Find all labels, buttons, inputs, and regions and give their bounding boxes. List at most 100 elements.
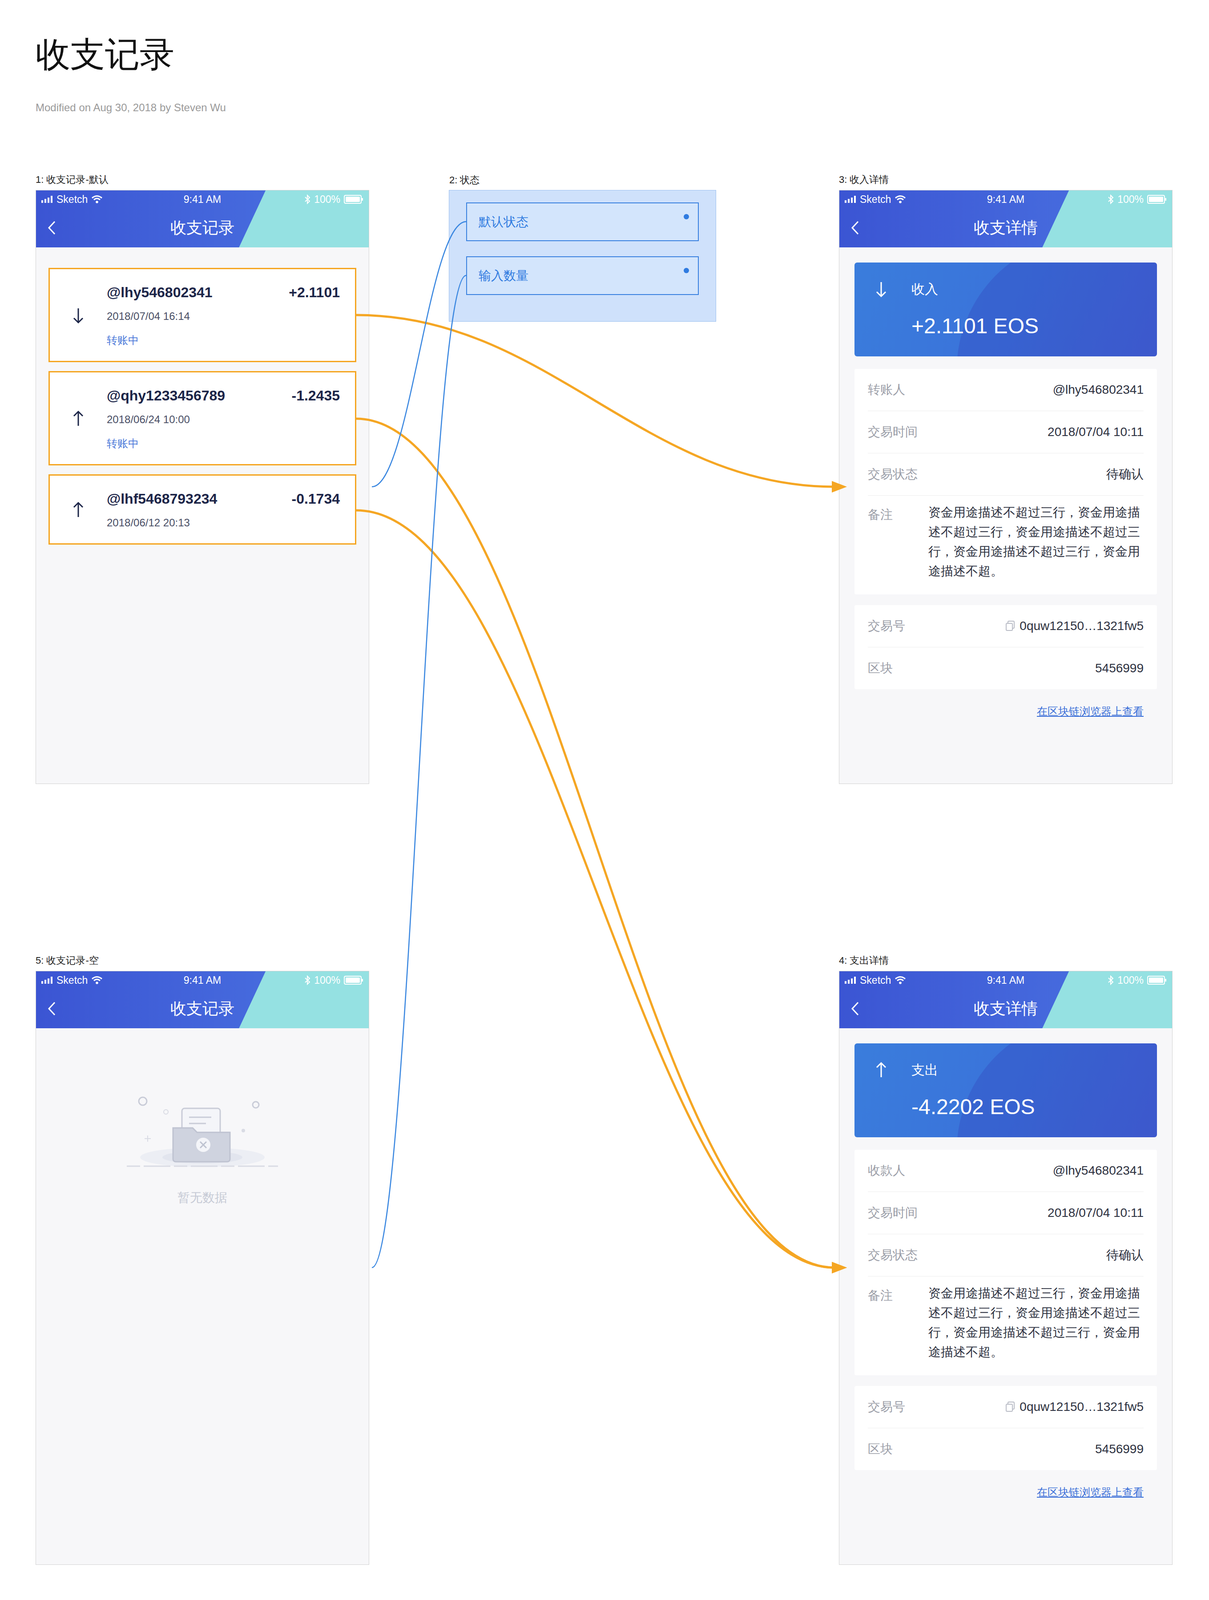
copy-icon[interactable] xyxy=(1005,620,1016,632)
row-value: 0quw12150…1321fw5 xyxy=(1019,618,1144,633)
nav-bar: 收支记录 xyxy=(36,988,369,1028)
nav-bar: 收支详情 xyxy=(839,208,1173,248)
nav-bar: 收支记录 xyxy=(36,208,369,248)
artboard: 5: 收支记录-空Sketch9:41 AM100%收支记录暂无数据 xyxy=(35,970,370,1565)
battery-percent: 100% xyxy=(1117,974,1144,987)
record-item[interactable]: @lhf54687932342018/06/12 20:13-0.1734 xyxy=(48,474,357,545)
state-panel: 2: 状态默认状态输入数量 xyxy=(448,189,717,322)
back-button[interactable] xyxy=(36,1000,76,1017)
back-button[interactable] xyxy=(36,219,76,236)
phone-screen: Sketch9:41 AM100% 收支记录暂无数据 xyxy=(35,970,370,1565)
row-value: 5456999 xyxy=(1095,660,1144,676)
artboard-label: 3: 收入详情 xyxy=(838,173,889,187)
phone-header: Sketch9:41 AM100% 收支详情 xyxy=(839,971,1173,1028)
artboard-label: 4: 支出详情 xyxy=(838,953,889,968)
flow-links xyxy=(0,0,1209,1600)
info-row: 交易状态待确认 xyxy=(867,453,1144,496)
info-row: 交易号0quw12150…1321fw5 xyxy=(867,604,1144,648)
row-label: 交易时间 xyxy=(867,423,918,441)
phone-header: Sketch9:41 AM100% 收支记录 xyxy=(36,971,369,1028)
record-date: 2018/07/04 16:14 xyxy=(106,308,289,325)
phone-header: Sketch9:41 AM100%收支记录 xyxy=(36,190,369,248)
empty-text: 暂无数据 xyxy=(177,1188,228,1206)
row-value: 待确认 xyxy=(1106,465,1144,483)
record-name: @qhy1233456789 xyxy=(106,385,292,406)
state-hotspot[interactable]: 默认状态 xyxy=(466,202,699,242)
design-canvas: 收支记录Modified on Aug 30, 2018 by Steven W… xyxy=(0,0,1209,1600)
transaction-amount: +2.1101 EOS xyxy=(911,312,1140,340)
info-row: 交易时间 2018/07/04 10:11 xyxy=(867,411,1144,454)
state-dot xyxy=(683,267,690,274)
bluetooth-icon xyxy=(1107,975,1114,985)
explorer-link[interactable]: 在区块链浏览器上查看 xyxy=(854,1484,1144,1500)
signal-icon xyxy=(41,976,53,984)
info-row: 收款人@lhy546802341 xyxy=(867,1149,1144,1192)
info-row: 转账人@lhy546802341 xyxy=(867,368,1144,412)
flow-link xyxy=(371,275,467,1268)
wifi-icon xyxy=(91,975,103,985)
explorer-link[interactable]: 在区块链浏览器上查看 xyxy=(854,704,1144,719)
record-name: @lhy546802341 xyxy=(106,282,289,303)
battery-icon xyxy=(343,975,364,985)
record-name: @lhf5468793234 xyxy=(106,488,292,509)
amount-card: 收入+2.1101 EOS xyxy=(854,262,1157,357)
info-row: 交易号 0quw12150…1321fw5 xyxy=(867,1385,1144,1428)
record-item[interactable]: @qhy12334567892018/06/24 10:00转账中-1.2435 xyxy=(48,370,357,466)
wifi-icon xyxy=(894,194,907,204)
battery-percent: 100% xyxy=(314,974,341,987)
battery-percent: 100% xyxy=(314,193,341,206)
row-value: 0quw12150…1321fw5 xyxy=(1019,1399,1144,1414)
artboard: 3: 收入详情Sketch9:41 AM100%收支详情收入+2.1101 EO… xyxy=(838,189,1173,784)
remark-row: 备注资金用途描述不超过三行，资金用途描述不超过三行，资金用途描述不超过三行，资金… xyxy=(867,495,1144,595)
arrow-up-icon xyxy=(71,500,85,519)
row-label: 区块 xyxy=(867,659,893,677)
row-label: 交易状态 xyxy=(867,1246,918,1264)
arrow-up-icon xyxy=(874,1060,888,1079)
chain-section: 交易号0quw12150…1321fw5 区块 5456999 xyxy=(854,604,1157,690)
chevron-left-icon xyxy=(850,219,860,236)
status-bar: Sketch9:41 AM100% xyxy=(36,971,369,989)
flow-link xyxy=(356,510,835,1268)
row-value: 5456999 xyxy=(1095,1441,1144,1456)
row-value: 待确认 xyxy=(1106,1246,1144,1264)
battery-percent: 100% xyxy=(1117,193,1144,206)
carrier: Sketch xyxy=(859,974,891,987)
back-button[interactable] xyxy=(839,1000,879,1017)
row-label: 区块 xyxy=(867,1440,893,1458)
info-row: 交易时间2018/07/04 10:11 xyxy=(867,1191,1144,1234)
status-bar: Sketch9:41 AM100% xyxy=(839,971,1173,989)
status-time: 9:41 AM xyxy=(183,193,222,206)
artboard-label: 5: 收支记录-空 xyxy=(35,953,99,968)
chevron-left-icon xyxy=(46,219,57,236)
state-hotspot[interactable]: 输入数量 xyxy=(466,256,699,295)
phone-screen: Sketch9:41 AM100%收支记录@lhy5468023412018/0… xyxy=(35,189,370,784)
flow-link xyxy=(356,418,835,1268)
info-row: 区块 5456999 xyxy=(867,647,1144,690)
nav-title: 收支记录 xyxy=(75,997,330,1020)
row-label: 收款人 xyxy=(867,1161,906,1179)
row-value: 2018/07/04 10:11 xyxy=(1047,1205,1144,1220)
bluetooth-icon xyxy=(304,975,311,985)
nav-title: 收支详情 xyxy=(878,217,1133,239)
signal-icon xyxy=(41,195,53,203)
copy-icon[interactable] xyxy=(1005,1401,1016,1412)
row-value: 2018/07/04 10:11 xyxy=(1047,424,1144,440)
empty-state: 暂无数据 xyxy=(36,1027,369,1206)
row-label: 备注 xyxy=(867,506,893,524)
empty-folder-icon xyxy=(126,1090,279,1180)
detail-body: 支出-4.2202 EOS收款人@lhy546802341交易时间2018/07… xyxy=(839,1027,1173,1500)
record-amount: +2.1101 xyxy=(288,282,340,303)
record-item[interactable]: @lhy5468023412018/07/04 16:14转账中+2.1101 xyxy=(48,267,357,363)
artboard-label: 2: 状态 xyxy=(449,173,480,187)
row-value: @lhy546802341 xyxy=(1052,382,1144,397)
wifi-icon xyxy=(91,194,103,204)
record-list: @lhy5468023412018/07/04 16:14转账中+2.1101@… xyxy=(36,247,369,565)
nav-title: 收支详情 xyxy=(878,997,1133,1020)
status-time: 9:41 AM xyxy=(987,193,1025,206)
arrow-down-icon xyxy=(71,306,85,325)
status-bar: Sketch9:41 AM100% xyxy=(36,190,369,209)
phone-screen: Sketch9:41 AM100%收支详情收入+2.1101 EOS转账人@lh… xyxy=(838,189,1173,784)
battery-icon xyxy=(1147,975,1167,985)
row-label: 交易号 xyxy=(867,1398,906,1415)
back-button[interactable] xyxy=(839,219,879,236)
